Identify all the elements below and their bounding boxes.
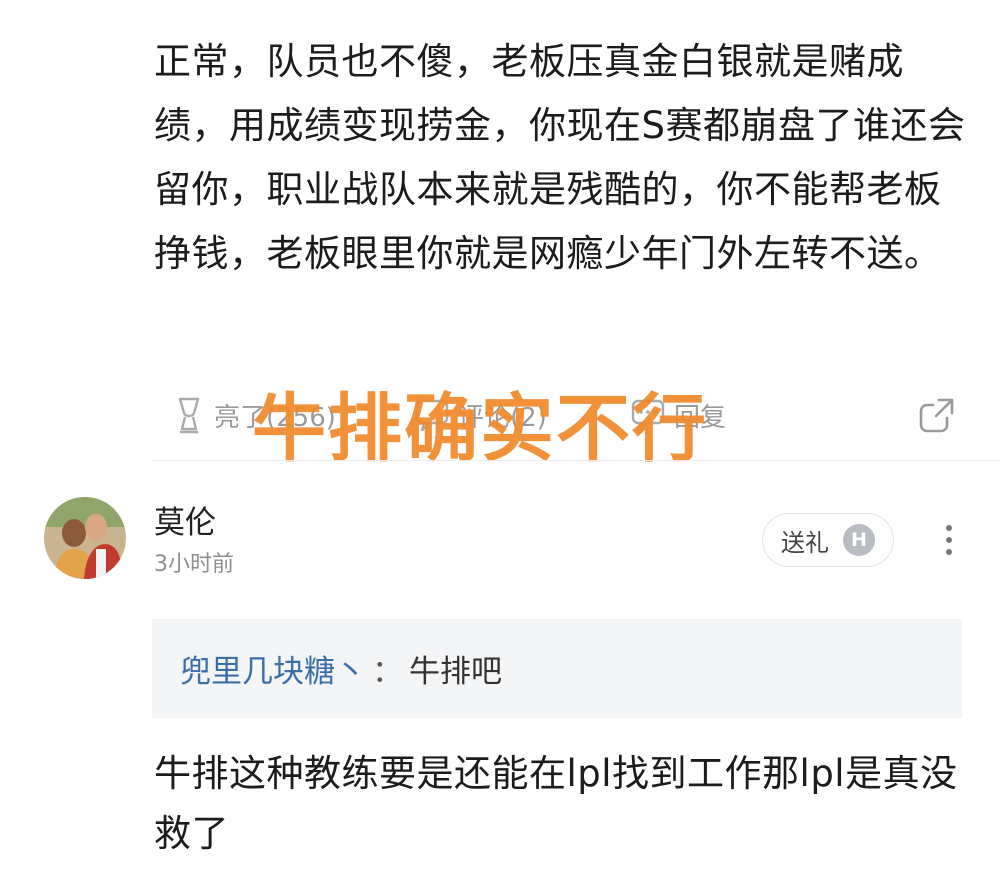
quote-author[interactable]: 兜里几块糖丶 — [180, 646, 366, 691]
gift-badge-icon: H — [843, 524, 875, 556]
trophy-icon — [172, 395, 206, 435]
quoted-reply[interactable]: 兜里几块糖丶 ： 牛排吧 — [152, 619, 962, 718]
comment-text: 正常，队员也不傻，老板压真金白银就是赌成绩，用成绩变现捞金，你现在S赛都崩盘了谁… — [154, 40, 966, 275]
divider — [152, 460, 1000, 461]
reply-text: 牛排这种教练要是还能在lpl找到工作那lpl是真没救了 — [154, 752, 958, 855]
quote-text: 牛排吧 — [409, 654, 502, 690]
share-button[interactable] — [917, 390, 957, 440]
gift-label: 送礼 — [781, 528, 829, 557]
share-icon — [917, 395, 957, 435]
gift-button[interactable]: 送礼 H — [762, 513, 894, 567]
timestamp: 3小时前 — [154, 552, 234, 577]
avatar[interactable] — [44, 497, 126, 579]
quote-separator: ： — [372, 654, 403, 690]
comment-thread: 正常，队员也不傻，老板压真金白银就是赌成绩，用成绩变现捞金，你现在S赛都崩盘了谁… — [0, 0, 1000, 890]
more-options-icon[interactable] — [934, 520, 964, 560]
username[interactable]: 莫伦 — [154, 503, 216, 543]
